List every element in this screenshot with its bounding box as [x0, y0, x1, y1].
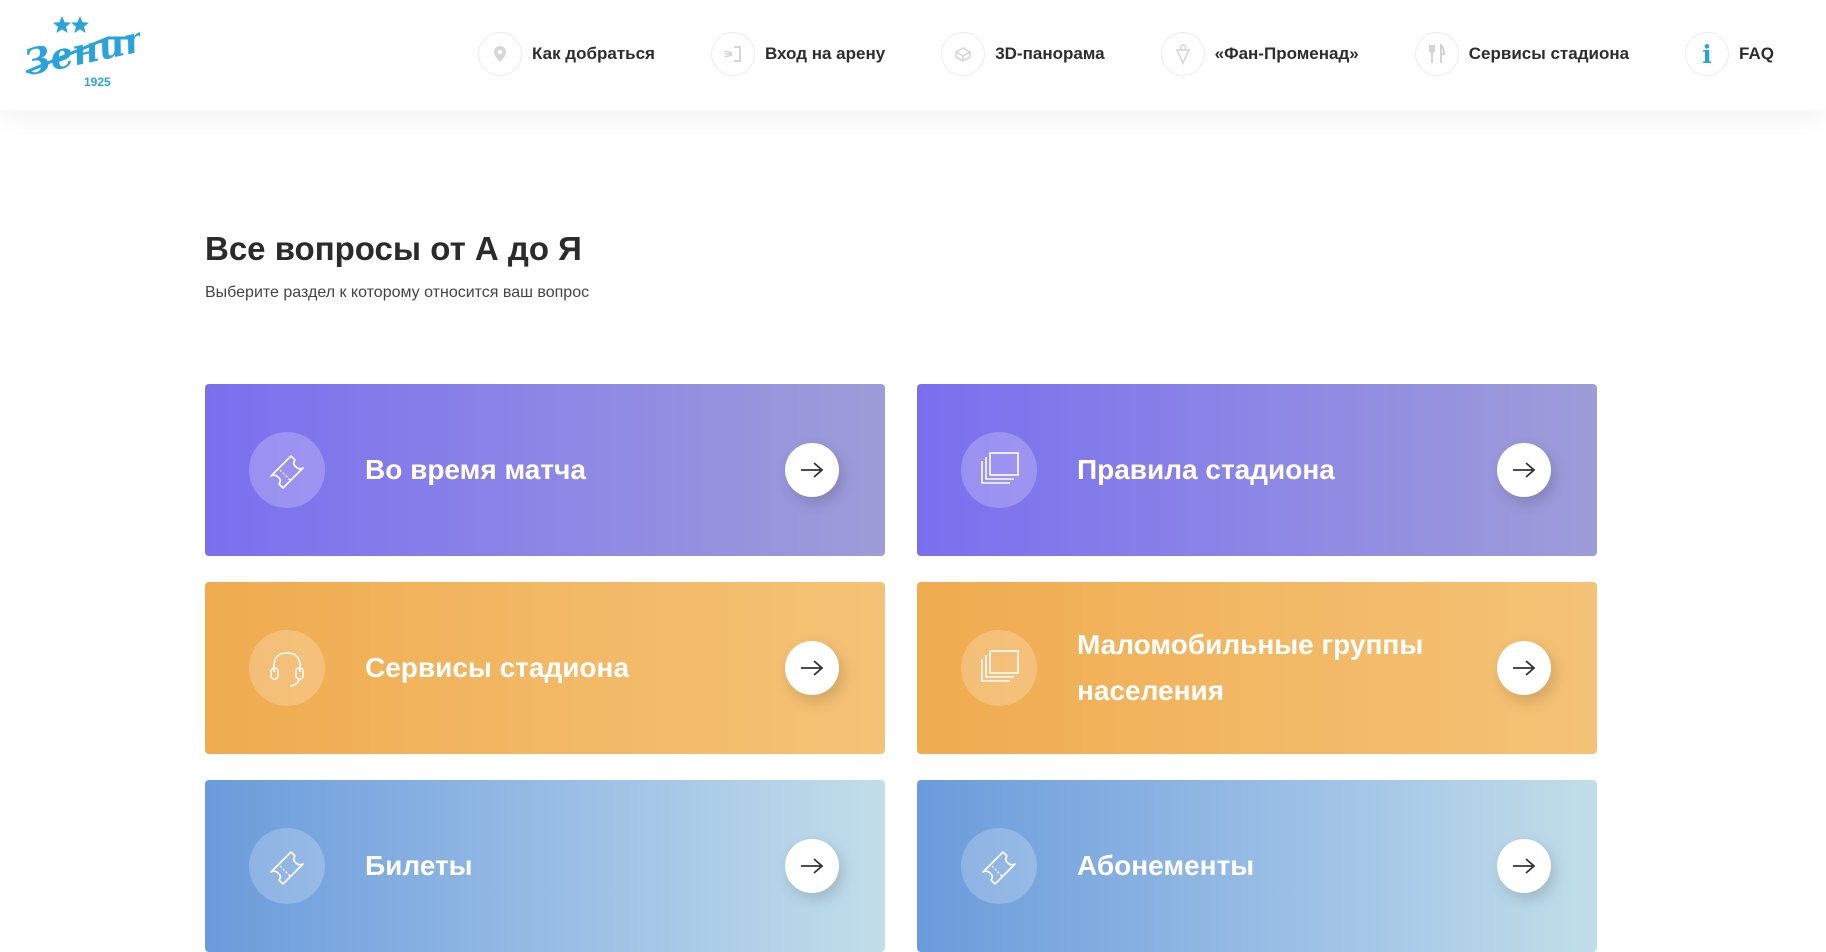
logo-year: 1925 [84, 75, 111, 89]
card-label: Абонементы [1077, 850, 1255, 881]
nav-label: 3D-панорама [995, 44, 1105, 63]
logo-star-left [53, 16, 71, 33]
card-stadium-rules[interactable]: Правила стадиона [917, 384, 1597, 556]
site-header: Зенит 1925 Как добраться Вход на арену 3… [0, 0, 1826, 110]
ticket-icon [249, 828, 325, 904]
card-label: Билеты [365, 850, 473, 881]
arrow-right-icon[interactable] [785, 839, 839, 893]
nav-label: FAQ [1739, 44, 1774, 63]
card-stadium-services[interactable]: Сервисы стадиона [205, 582, 885, 754]
fork-knife-icon [1414, 32, 1459, 76]
nav-item-stadium-services[interactable]: Сервисы стадиона [1414, 32, 1630, 76]
nav-item-fan-promenade[interactable]: «Фан-Променад» [1160, 32, 1359, 76]
arrow-right-icon[interactable] [1497, 839, 1551, 893]
card-reduced-mobility[interactable]: Маломобильные группы населения [917, 582, 1597, 754]
zenit-logo[interactable]: Зенит 1925 [20, 14, 165, 90]
nav-item-entrance[interactable]: Вход на арену [710, 32, 886, 76]
panorama-3d-icon [941, 32, 986, 76]
card-label: Сервисы стадиона [365, 652, 630, 683]
arrow-right-icon[interactable] [1497, 443, 1551, 497]
nav-label: Вход на арену [764, 44, 886, 63]
card-season-tickets[interactable]: Абонементы [917, 780, 1597, 952]
nav-item-directions[interactable]: Как добраться [478, 32, 655, 76]
card-label: Во время матча [365, 454, 586, 485]
card-tickets[interactable]: Билеты [205, 780, 885, 952]
ticket-icon [249, 432, 325, 508]
nav-label: Как добраться [532, 44, 655, 63]
headset-icon [249, 630, 325, 706]
main-nav: Как добраться Вход на арену 3D-панорама … [478, 30, 1774, 78]
info-icon: i [1685, 32, 1730, 76]
ticket-icon [961, 828, 1037, 904]
fan-promenade-icon [1160, 32, 1205, 76]
arrow-right-icon[interactable] [785, 443, 839, 497]
nav-item-panorama[interactable]: 3D-панорама [941, 32, 1105, 76]
card-during-match[interactable]: Во время матча [205, 384, 885, 556]
nav-item-faq[interactable]: i FAQ [1685, 32, 1774, 76]
entrance-icon [710, 32, 755, 76]
nav-label: Сервисы стадиона [1468, 44, 1630, 63]
nav-label: «Фан-Променад» [1214, 44, 1359, 63]
info-glyph: i [1702, 39, 1712, 69]
location-pin-icon [478, 32, 523, 76]
page-title: Все вопросы от А до Я [205, 230, 582, 267]
arrow-right-icon[interactable] [1497, 641, 1551, 695]
card-label: Маломобильные группы населения [1077, 629, 1424, 706]
pages-stack-icon [961, 630, 1037, 706]
card-label: Правила стадиона [1077, 454, 1335, 485]
arrow-right-icon[interactable] [785, 641, 839, 695]
page-subtitle: Выберите раздел к которому относится ваш… [205, 284, 590, 301]
pages-stack-icon [961, 432, 1037, 508]
